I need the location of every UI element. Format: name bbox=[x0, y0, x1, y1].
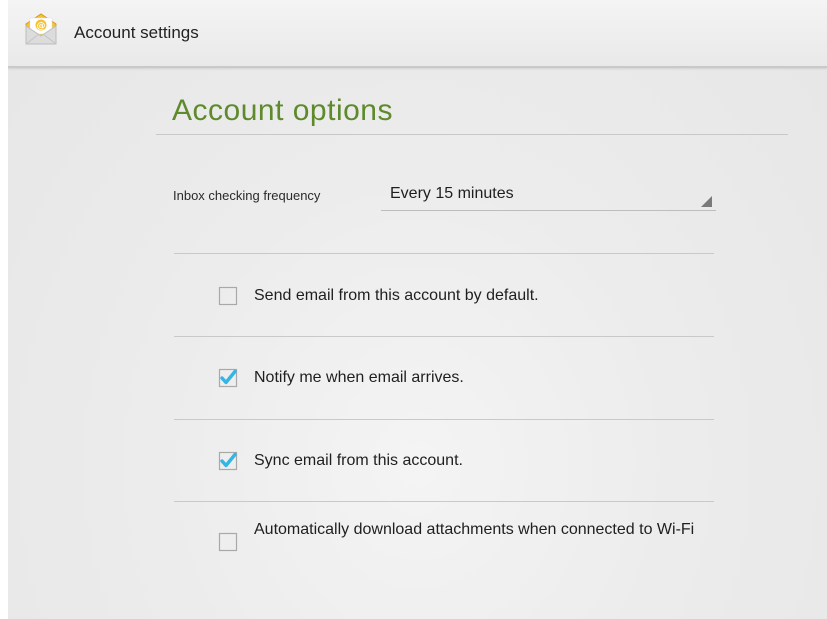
option-send-by-default[interactable]: Send email from this account by default. bbox=[174, 254, 714, 336]
section-title: Account options bbox=[172, 94, 393, 127]
option-sync[interactable]: Sync email from this account. bbox=[174, 420, 714, 501]
checkbox-auto-download[interactable] bbox=[218, 532, 238, 552]
option-label: Sync email from this account. bbox=[254, 452, 463, 469]
action-bar: @ Account settings bbox=[8, 0, 827, 68]
settings-screen: @ Account settings Account options Inbox… bbox=[8, 0, 827, 619]
checkbox-notify[interactable] bbox=[218, 368, 238, 388]
action-bar-title: Account settings bbox=[74, 23, 199, 42]
option-notify[interactable]: Notify me when email arrives. bbox=[174, 337, 714, 419]
checkbox-sync[interactable] bbox=[218, 451, 238, 471]
section-divider bbox=[156, 134, 788, 135]
option-label: Automatically download attachments when … bbox=[254, 521, 695, 538]
spinner-corner-arrow-icon bbox=[701, 196, 712, 207]
svg-text:@: @ bbox=[37, 22, 46, 32]
option-auto-download[interactable]: Automatically download attachments when … bbox=[174, 502, 714, 592]
email-envelope-icon[interactable]: @ bbox=[23, 12, 59, 48]
option-label: Send email from this account by default. bbox=[254, 287, 539, 304]
option-label: Notify me when email arrives. bbox=[254, 369, 464, 386]
content-pane: Account options Inbox checking frequency… bbox=[8, 68, 827, 619]
inbox-frequency-value: Every 15 minutes bbox=[390, 185, 514, 202]
inbox-frequency-label: Inbox checking frequency bbox=[173, 188, 321, 203]
inbox-frequency-spinner[interactable]: Every 15 minutes bbox=[381, 176, 716, 211]
checkbox-send-by-default[interactable] bbox=[218, 286, 238, 306]
